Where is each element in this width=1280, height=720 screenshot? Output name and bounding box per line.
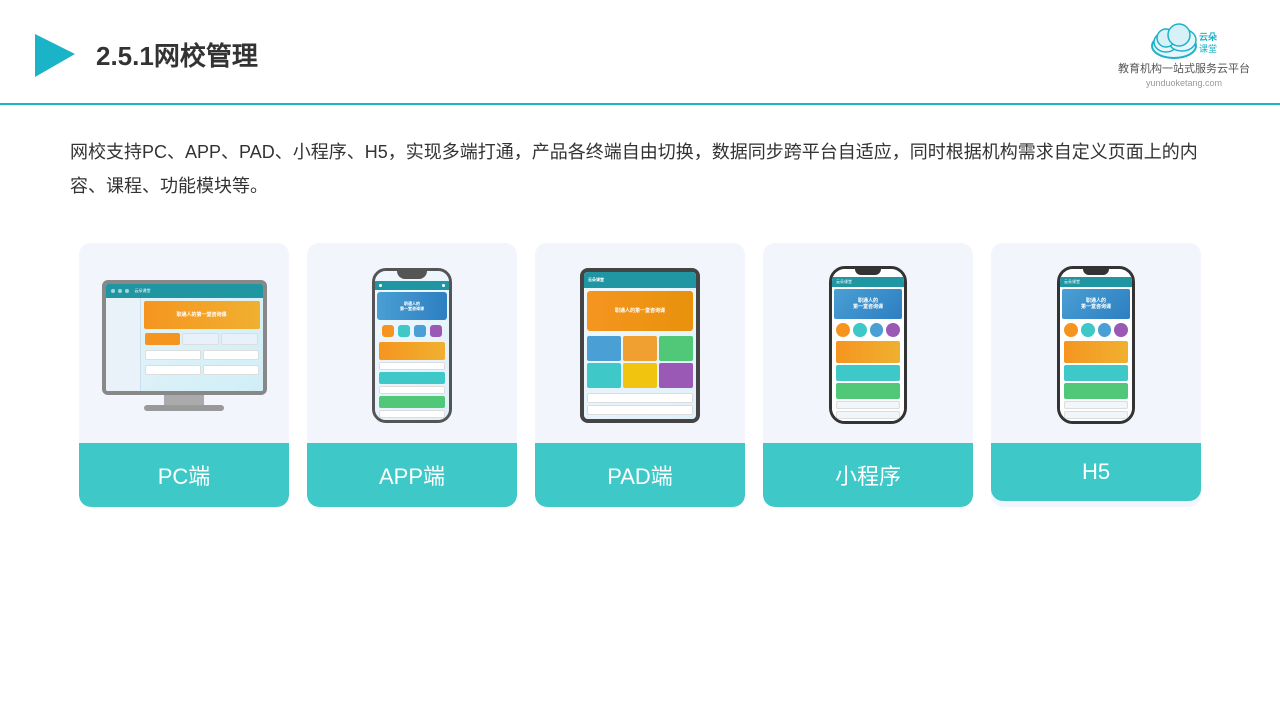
svg-text:课堂: 课堂 [1199, 43, 1217, 54]
small-phone-h5: 云朵课堂 职通人的第一堂咨询课 [1057, 266, 1135, 424]
phone-app-mockup: 职通人的第一堂咨询课 [372, 268, 452, 423]
card-app-image: 职通人的第一堂咨询课 [307, 243, 517, 443]
page-title: 2.5.1网校管理 [96, 36, 258, 73]
card-pad: 云朵课堂 职通人的第一堂咨询课 [535, 243, 745, 507]
svg-text:云朵: 云朵 [1199, 32, 1218, 42]
card-app-label: APP端 [307, 443, 517, 507]
description-text: 网校支持PC、APP、PAD、小程序、H5，实现多端打通，产品各终端自由切换，数… [0, 105, 1280, 223]
tablet-mockup: 云朵课堂 职通人的第一堂咨询课 [580, 268, 700, 423]
logo-area: 云朵 课堂 教育机构一站式服务云平台yunduoketang.com [1118, 18, 1250, 91]
card-pad-image: 云朵课堂 职通人的第一堂咨询课 [535, 243, 745, 443]
card-pc-label: PC端 [79, 443, 289, 507]
logo-subtitle: 教育机构一站式服务云平台yunduoketang.com [1118, 62, 1250, 91]
monitor: 云朵课堂 职通人的第一堂咨询课 [102, 280, 267, 395]
card-pad-label: PAD端 [535, 443, 745, 507]
card-pc: 云朵课堂 职通人的第一堂咨询课 [79, 243, 289, 507]
card-h5-image: 云朵课堂 职通人的第一堂咨询课 [991, 243, 1201, 443]
card-h5: 云朵课堂 职通人的第一堂咨询课 [991, 243, 1201, 507]
header: 2.5.1网校管理 云朵 课堂 教育机构一站式服务云平台yunduoketang… [0, 0, 1280, 105]
card-miniprogram-label: 小程序 [763, 443, 973, 507]
cards-container: 云朵课堂 职通人的第一堂咨询课 [0, 223, 1280, 537]
pc-mockup: 云朵课堂 职通人的第一堂咨询课 [99, 280, 269, 411]
logo-cloud-icon: 云朵 课堂 [1144, 18, 1224, 60]
small-phone-miniprogram: 云朵课堂 职通人的第一堂咨询课 [829, 266, 907, 424]
card-miniprogram-image: 云朵课堂 职通人的第一堂咨询课 [763, 243, 973, 443]
card-h5-label: H5 [991, 443, 1201, 501]
card-miniprogram: 云朵课堂 职通人的第一堂咨询课 [763, 243, 973, 507]
description-content: 网校支持PC、APP、PAD、小程序、H5，实现多端打通，产品各终端自由切换，数… [70, 142, 1198, 196]
card-app: 职通人的第一堂咨询课 [307, 243, 517, 507]
header-left: 2.5.1网校管理 [30, 29, 258, 79]
card-pc-image: 云朵课堂 职通人的第一堂咨询课 [79, 243, 289, 443]
play-icon [30, 29, 80, 79]
